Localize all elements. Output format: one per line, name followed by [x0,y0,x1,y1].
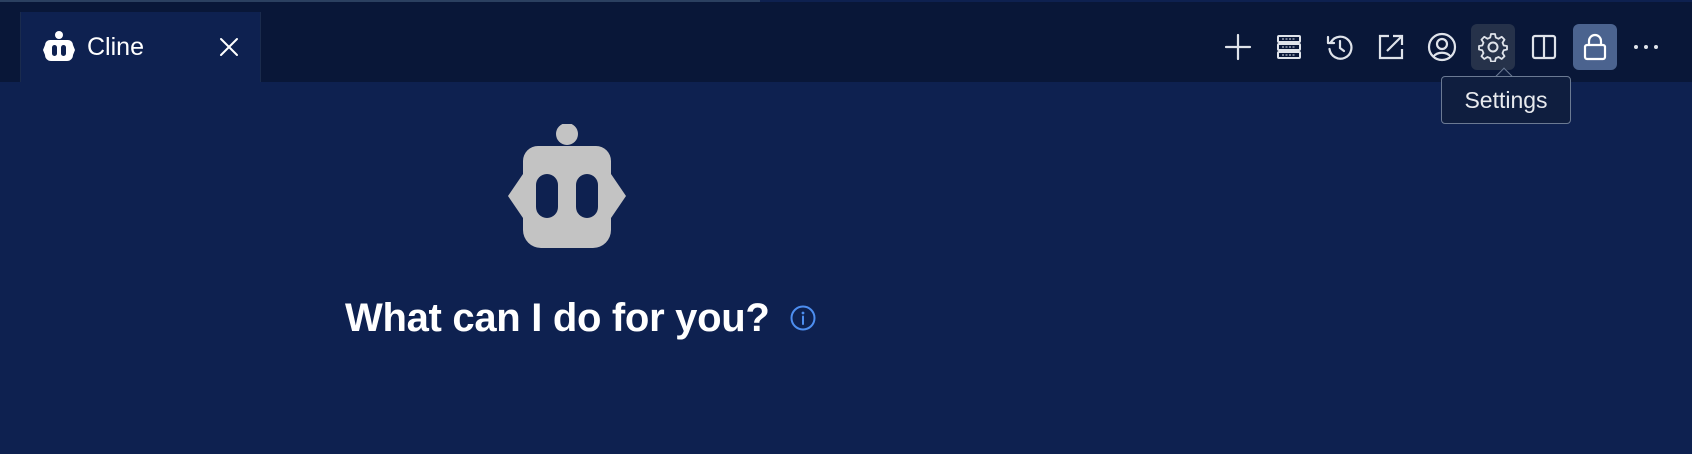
split-editor-button[interactable] [1522,24,1566,70]
account-icon [1427,32,1457,62]
editor-actions-toolbar [1216,24,1676,70]
close-icon[interactable] [216,34,242,60]
history-icon [1326,33,1354,61]
ellipsis-icon [1632,43,1660,51]
new-task-button[interactable] [1216,24,1260,70]
external-link-icon [1377,33,1405,61]
server-stack-icon [1275,33,1303,61]
info-icon[interactable] [790,305,816,331]
tab-title: Cline [87,32,144,61]
mcp-servers-button[interactable] [1267,24,1311,70]
cline-panel: Cline Settings What can I do for you? [0,0,1692,454]
tooltip-text: Settings [1464,86,1548,113]
plus-icon [1224,33,1252,61]
more-actions-button[interactable] [1624,24,1668,70]
history-button[interactable] [1318,24,1362,70]
lock-group-button[interactable] [1573,24,1617,70]
settings-button[interactable] [1471,24,1515,70]
cline-robot-icon [43,30,75,64]
gear-icon [1478,32,1508,62]
tab-cline[interactable]: Cline [20,12,261,82]
editor-tab-bar: Cline [0,2,1692,82]
settings-tooltip: Settings [1441,76,1571,124]
headline-text: What can I do for you? [345,296,770,340]
account-button[interactable] [1420,24,1464,70]
lock-icon [1581,32,1609,62]
cline-robot-icon [508,123,626,253]
welcome-headline: What can I do for you? [345,298,816,338]
open-in-editor-button[interactable] [1369,24,1413,70]
split-editor-icon [1530,33,1558,61]
